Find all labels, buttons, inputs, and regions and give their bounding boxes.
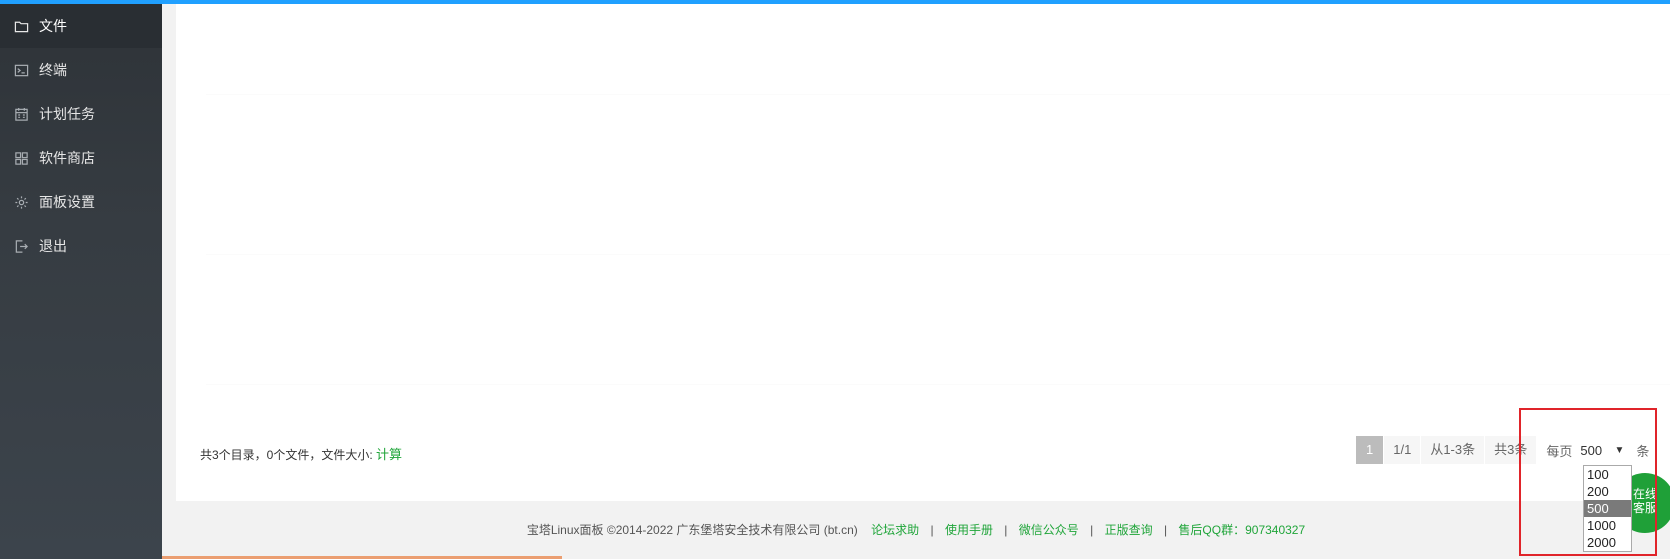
footer-link-manual[interactable]: 使用手册: [945, 523, 993, 537]
sidebar-item-settings[interactable]: 面板设置: [0, 180, 162, 224]
sidebar-item-cron[interactable]: 计划任务: [0, 92, 162, 136]
sidebar-item-label: 文件: [39, 18, 67, 34]
footer-separator: |: [1004, 523, 1008, 537]
divider: [206, 94, 1670, 95]
footer-link-qq-group[interactable]: 售后QQ群：907340327: [1178, 523, 1305, 537]
divider: [206, 254, 1670, 255]
page-footer: 宝塔Linux面板 ©2014-2022 广东堡塔安全技术有限公司 (bt.cn…: [162, 521, 1670, 538]
divider: [206, 384, 1670, 385]
directory-summary: 共3个目录，0个文件，文件大小: 计算: [200, 444, 402, 463]
calendar-icon: [13, 106, 29, 122]
grid-icon: [13, 150, 29, 166]
gear-icon: [13, 194, 29, 210]
sidebar-item-label: 计划任务: [39, 106, 95, 122]
terminal-icon: [13, 62, 29, 78]
sidebar-item-label: 面板设置: [39, 194, 95, 210]
footer-separator: |: [930, 523, 934, 537]
sidebar: 文件 终端 计划任务 软件商店 面板设置 退出: [0, 4, 162, 559]
page-current[interactable]: 1: [1356, 436, 1385, 464]
footer-link-forum[interactable]: 论坛求助: [871, 523, 919, 537]
footer-link-wechat[interactable]: 微信公众号: [1019, 523, 1079, 537]
page-range: 从1-3条: [1421, 436, 1486, 464]
sidebar-item-store[interactable]: 软件商店: [0, 136, 162, 180]
folder-icon: [13, 18, 29, 34]
footer-copyright: 宝塔Linux面板 ©2014-2022 广东堡塔安全技术有限公司 (bt.cn…: [526, 523, 858, 537]
footer-link-license[interactable]: 正版查询: [1105, 523, 1153, 537]
file-list-panel: [176, 4, 1670, 501]
logout-icon: [13, 238, 29, 254]
summary-text: 共3个目录，0个文件，文件大小:: [200, 448, 373, 462]
sidebar-item-label: 软件商店: [39, 150, 95, 166]
calculate-size-link[interactable]: 计算: [376, 447, 402, 462]
sidebar-item-label: 终端: [39, 62, 67, 78]
footer-separator: |: [1090, 523, 1094, 537]
page-info: 1/1: [1384, 436, 1422, 464]
footer-separator: |: [1163, 523, 1168, 537]
sidebar-item-label: 退出: [39, 238, 67, 254]
sidebar-item-terminal[interactable]: 终端: [0, 48, 162, 92]
sidebar-item-logout[interactable]: 退出: [0, 224, 162, 268]
sidebar-item-files[interactable]: 文件: [0, 4, 162, 48]
